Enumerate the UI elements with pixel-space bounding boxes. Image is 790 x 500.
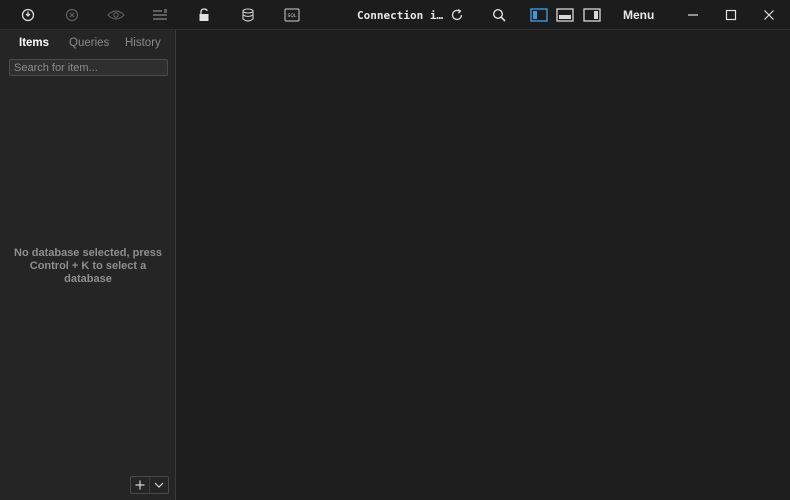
sidebar: Items Queries History No database select… (0, 30, 176, 500)
menu-button[interactable]: Menu (623, 8, 654, 22)
sql-icon-text: SQL (288, 13, 297, 19)
layout-left-icon[interactable] (529, 5, 549, 25)
tab-queries[interactable]: Queries (69, 37, 109, 49)
database-icon[interactable] (238, 5, 258, 25)
main-content-area (177, 30, 790, 500)
chevron-down-icon[interactable] (149, 477, 168, 493)
layout-bottom-icon[interactable] (555, 5, 575, 25)
close-icon[interactable] (759, 5, 779, 25)
preview-icon[interactable] (106, 5, 126, 25)
console-icon[interactable] (150, 5, 170, 25)
plus-icon[interactable] (131, 477, 149, 493)
tab-items[interactable]: Items (19, 37, 49, 49)
add-item-control (130, 476, 169, 494)
connection-label[interactable]: Connection i… (357, 9, 443, 22)
search-icon[interactable] (489, 5, 509, 25)
search-input[interactable] (9, 59, 168, 76)
lock-icon[interactable] (194, 5, 214, 25)
toolbar: SQL Connection i… Menu (0, 0, 790, 30)
sql-icon[interactable]: SQL (282, 5, 302, 25)
sidebar-tabs: Items Queries History (0, 30, 176, 58)
empty-state-message: No database selected, press Control + K … (14, 247, 162, 285)
refresh-icon[interactable] (447, 5, 467, 25)
app-window: SQL Connection i… Menu Items Queries His… (0, 0, 790, 500)
minimize-icon[interactable] (683, 5, 703, 25)
tab-history[interactable]: History (125, 37, 161, 49)
maximize-icon[interactable] (721, 5, 741, 25)
close-connection-icon[interactable] (62, 5, 82, 25)
connect-icon[interactable] (18, 5, 38, 25)
layout-right-icon[interactable] (582, 5, 602, 25)
